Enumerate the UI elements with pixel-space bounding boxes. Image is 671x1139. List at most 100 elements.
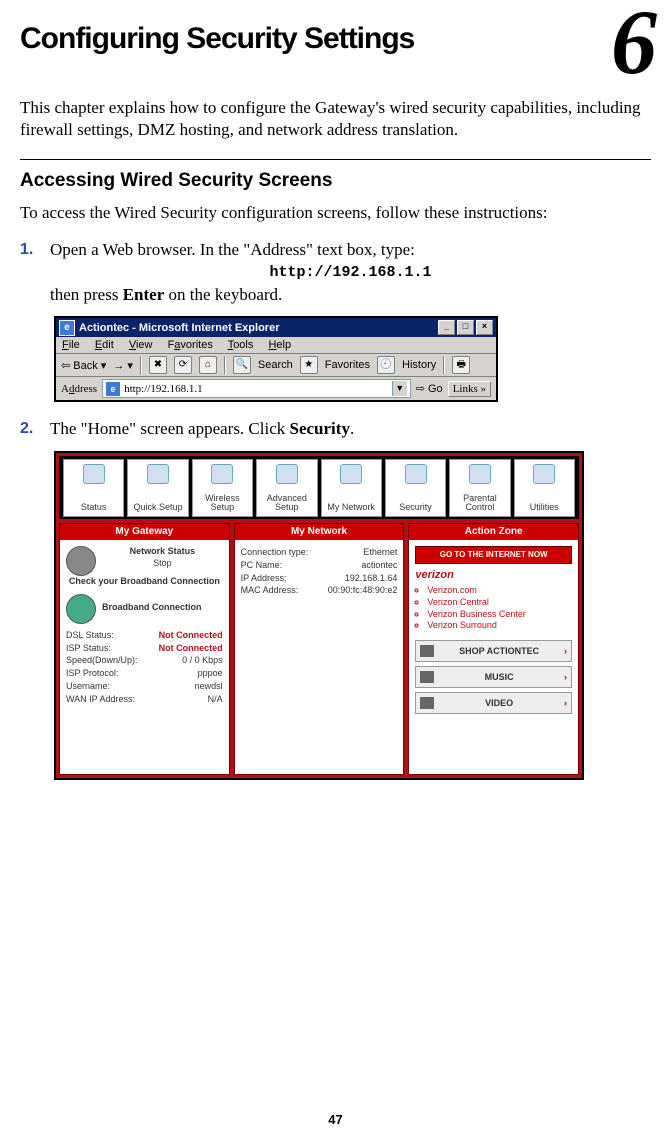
address-url: http://192.168.1.1 — [124, 383, 392, 395]
chapter-title: Configuring Security Settings — [20, 22, 450, 57]
step2-key: Security — [290, 419, 350, 438]
verizon-logo: verizon — [415, 570, 572, 581]
video-icon — [420, 697, 434, 709]
step-1: Open a Web browser. In the "Address" tex… — [20, 239, 651, 403]
shop-button[interactable]: SHOP ACTIONTEC› — [415, 640, 572, 662]
network-row: Connection type:Ethernet — [241, 547, 398, 559]
network-row: PC Name:actiontec — [241, 560, 398, 572]
favorites-icon[interactable]: ★ — [300, 356, 318, 374]
panel-title: Action Zone — [409, 524, 578, 540]
wireless-icon — [211, 464, 233, 484]
step2-post: . — [350, 419, 354, 438]
section-heading: Accessing Wired Security Screens — [20, 170, 651, 193]
nav-utilities[interactable]: Utilities — [514, 459, 575, 517]
menu-help[interactable]: Help — [268, 339, 291, 351]
chevron-right-icon: › — [564, 698, 567, 708]
print-icon[interactable]: 🖶 — [452, 356, 470, 374]
search-icon[interactable]: 🔍 — [233, 356, 251, 374]
link-item[interactable]: Verizon Surround — [427, 620, 572, 632]
link-item[interactable]: Verizon Business Center — [427, 609, 572, 621]
menu-view[interactable]: View — [129, 339, 153, 351]
music-button[interactable]: MUSIC› — [415, 666, 572, 688]
network-icon — [340, 464, 362, 484]
links-button[interactable]: Links » — [448, 381, 491, 397]
history-icon[interactable]: 🕘 — [377, 356, 395, 374]
home-icon[interactable]: ⌂ — [199, 356, 217, 374]
tools-icon — [533, 464, 555, 484]
gear-icon — [276, 464, 298, 484]
verizon-links: Verizon.com Verizon Central Verizon Busi… — [415, 585, 572, 632]
nav-status[interactable]: Status — [63, 459, 124, 517]
step-2: The "Home" screen appears. Click Securit… — [20, 418, 651, 780]
ie-toolbar: ⇦ Back ▾ → ▾ ✖ ⟳ ⌂ 🔍 Search ★ Favorites 🕘 H… — [56, 354, 496, 377]
nav-quick-setup[interactable]: Quick Setup — [127, 459, 188, 517]
ie-addressbar: Address e http://192.168.1.1 ▼ ⇨ Go Link… — [56, 377, 496, 400]
nav-parental-control[interactable]: Parental Control — [449, 459, 510, 517]
close-button[interactable]: × — [476, 320, 493, 335]
video-button[interactable]: VIDEO› — [415, 692, 572, 714]
step2-pre: The "Home" screen appears. Click — [50, 419, 290, 438]
panel-my-network: My Network Connection type:Ethernet PC N… — [234, 523, 405, 775]
forward-button[interactable]: → ▾ — [113, 359, 133, 372]
network-row: MAC Address:00:90:fc:48:90:e2 — [241, 585, 398, 597]
search-label[interactable]: Search — [258, 359, 293, 371]
cart-icon — [420, 645, 434, 657]
router-topnav: Status Quick Setup Wireless Setup Advanc… — [59, 456, 579, 519]
nav-my-network[interactable]: My Network — [321, 459, 382, 517]
gateway-row: Speed(Down/Up):0 / 0 Kbps — [66, 655, 223, 667]
minimize-button[interactable]: _ — [438, 320, 455, 335]
address-input[interactable]: e http://192.168.1.1 ▼ — [102, 379, 411, 398]
go-button[interactable]: ⇨ Go — [416, 382, 443, 395]
link-item[interactable]: Verizon.com — [427, 585, 572, 597]
address-label: Address — [61, 383, 97, 395]
nav-advanced-setup[interactable]: Advanced Setup — [256, 459, 317, 517]
link-item[interactable]: Verizon Central — [427, 597, 572, 609]
ie-title-text: Actiontec - Microsoft Internet Explorer — [79, 322, 438, 334]
step1-text-b-pre: then press — [50, 285, 123, 304]
step1-url: http://192.168.1.1 — [50, 264, 651, 282]
gateway-row: DSL Status:Not Connected — [66, 630, 223, 642]
menu-favorites[interactable]: Favorites — [168, 339, 213, 351]
gateway-row: ISP Status:Not Connected — [66, 643, 223, 655]
step1-key: Enter — [123, 285, 165, 304]
ie-window: e Actiontec - Microsoft Internet Explore… — [54, 316, 498, 402]
network-row: IP Address:192.168.1.64 — [241, 573, 398, 585]
gateway-row: WAN IP Address:N/A — [66, 694, 223, 706]
shield-icon — [405, 464, 427, 484]
chapter-number: 6 — [611, 0, 653, 88]
check-connection-label: Check your Broadband Connection — [66, 576, 223, 588]
back-button[interactable]: ⇦ Back ▾ — [61, 359, 106, 372]
maximize-button[interactable]: □ — [457, 320, 474, 335]
page-number: 47 — [0, 1112, 671, 1127]
nav-security[interactable]: Security — [385, 459, 446, 517]
toolbar-sep — [140, 356, 142, 374]
chevron-right-icon: › — [564, 646, 567, 656]
menu-tools[interactable]: Tools — [228, 339, 254, 351]
toolbar-sep — [224, 356, 226, 374]
music-icon — [420, 671, 434, 683]
section-divider — [20, 159, 651, 160]
gateway-row: ISP Protocol:pppoe — [66, 668, 223, 680]
step1-text-b-post: on the keyboard. — [164, 285, 282, 304]
family-icon — [469, 464, 491, 484]
nav-wireless-setup[interactable]: Wireless Setup — [192, 459, 253, 517]
address-dropdown-icon[interactable]: ▼ — [392, 381, 407, 396]
history-label[interactable]: History — [402, 359, 436, 371]
menu-file[interactable]: File — [62, 339, 80, 351]
toolbar-sep — [443, 356, 445, 374]
globe-icon — [66, 594, 96, 624]
ie-menubar: File Edit View Favorites Tools Help — [56, 337, 496, 354]
panel-action-zone: Action Zone GO TO THE INTERNET NOW veriz… — [408, 523, 579, 775]
ie-titlebar: e Actiontec - Microsoft Internet Explore… — [56, 318, 496, 337]
step1-text-a: Open a Web browser. In the "Address" tex… — [50, 240, 415, 259]
status-light-icon — [66, 546, 96, 576]
chevron-right-icon: › — [564, 672, 567, 682]
panel-title: My Gateway — [60, 524, 229, 540]
wizard-icon — [147, 464, 169, 484]
stop-icon[interactable]: ✖ — [149, 356, 167, 374]
refresh-icon[interactable]: ⟳ — [174, 356, 192, 374]
go-internet-button[interactable]: GO TO THE INTERNET NOW — [415, 546, 572, 564]
panel-title: My Network — [235, 524, 404, 540]
favorites-label[interactable]: Favorites — [325, 359, 370, 371]
menu-edit[interactable]: Edit — [95, 339, 114, 351]
